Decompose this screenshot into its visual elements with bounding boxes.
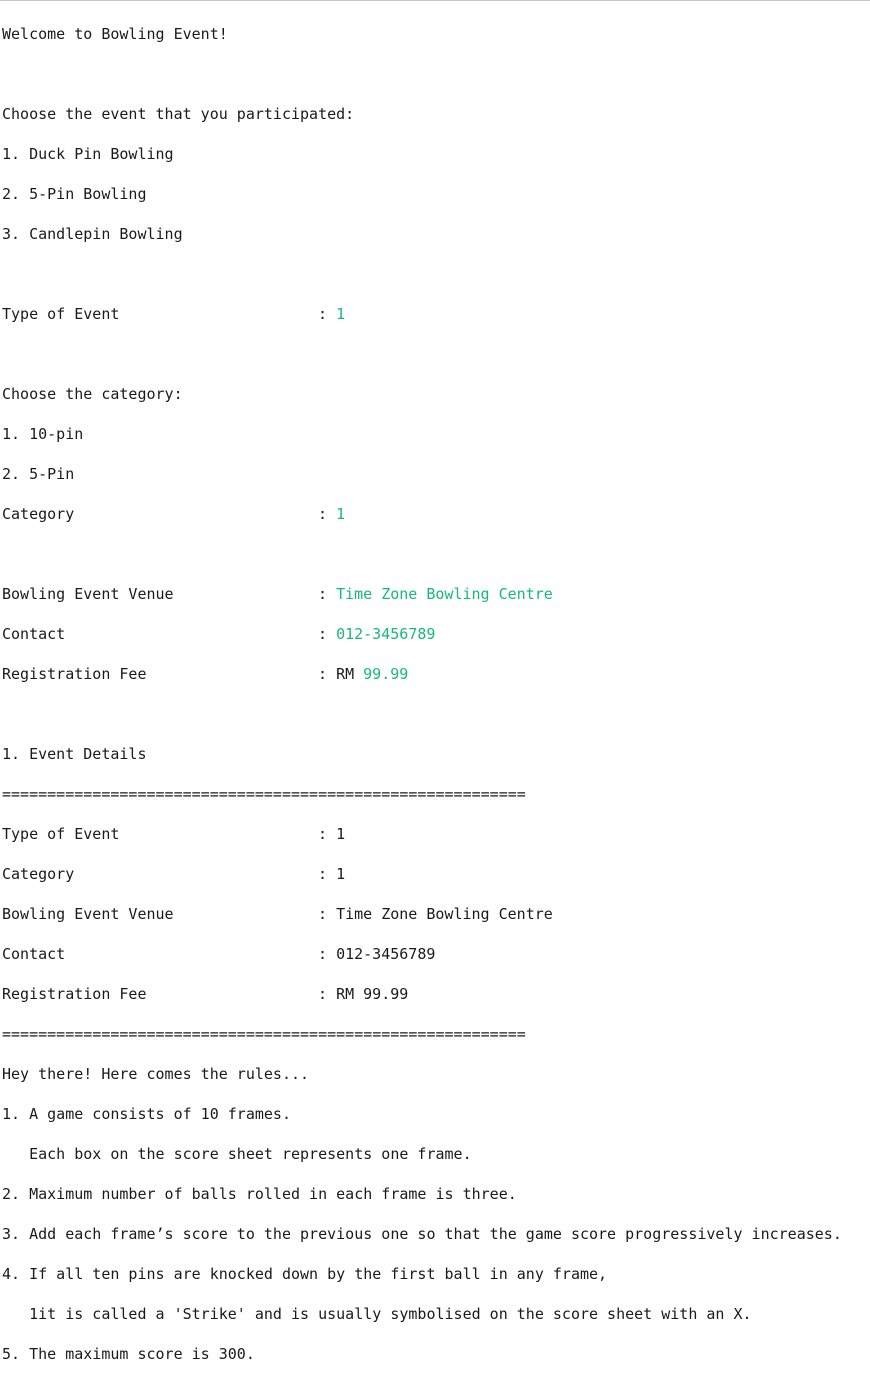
event-type-input-line: Type of Event: 1 — [2, 304, 870, 324]
event-option-1: 1. Duck Pin Bowling — [2, 145, 174, 163]
details-value: 1 — [336, 865, 346, 883]
colon: : — [318, 945, 337, 963]
colon: : — [318, 585, 337, 603]
event-prompt: Choose the event that you participated: — [2, 105, 355, 123]
details-row: Type of Event: 1 — [2, 824, 870, 844]
fee-value: 99.99 — [363, 665, 409, 683]
colon: : — [318, 825, 337, 843]
rule-line: 1it is called a 'Strike' and is usually … — [2, 1305, 752, 1323]
colon: : — [318, 505, 337, 523]
welcome-line: Welcome to Bowling Event! — [2, 25, 228, 43]
separator-line: ========================================… — [2, 1025, 526, 1043]
rule-line: 1. A game consists of 10 frames. — [2, 1105, 291, 1123]
details-row: Registration Fee: RM 99.99 — [2, 984, 870, 1004]
venue-line: Bowling Event Venue: Time Zone Bowling C… — [2, 584, 870, 604]
venue-value: Time Zone Bowling Centre — [336, 585, 553, 603]
event-option-3: 3. Candlepin Bowling — [2, 225, 183, 243]
colon: : — [318, 665, 337, 683]
fee-currency: RM — [336, 665, 355, 683]
category-prompt: Choose the category: — [2, 385, 183, 403]
colon: : — [318, 865, 337, 883]
details-label: Type of Event — [2, 825, 120, 843]
details-label: Bowling Event Venue — [2, 905, 174, 923]
rule-line: 4. If all ten pins are knocked down by t… — [2, 1265, 608, 1283]
fee-line: Registration Fee: RM 99.99 — [2, 664, 870, 684]
console-output: Welcome to Bowling Event! Choose the eve… — [0, 0, 870, 1363]
venue-label: Bowling Event Venue — [2, 585, 174, 603]
details-row: Category: 1 — [2, 864, 870, 884]
event-type-label: Type of Event — [2, 305, 120, 323]
rule-line: 2. Maximum number of balls rolled in eac… — [2, 1185, 517, 1203]
category-label: Category — [2, 505, 75, 523]
fee-label: Registration Fee — [2, 665, 147, 683]
details-label: Registration Fee — [2, 985, 147, 1003]
colon: : — [318, 305, 337, 323]
details-row: Contact: 012-3456789 — [2, 944, 870, 964]
event-type-input-value: 1 — [336, 305, 346, 323]
category-input-line: Category: 1 — [2, 504, 870, 524]
event-option-2: 2. 5-Pin Bowling — [2, 185, 147, 203]
details-value: 012-3456789 — [336, 945, 436, 963]
category-option-1: 1. 10-pin — [2, 425, 84, 443]
rules-intro: Hey there! Here comes the rules... — [2, 1065, 310, 1083]
separator-line: ========================================… — [2, 785, 526, 803]
contact-line: Contact: 012-3456789 — [2, 624, 870, 644]
details-label: Category — [2, 865, 75, 883]
contact-label: Contact — [2, 625, 66, 643]
details-value: Time Zone Bowling Centre — [336, 905, 553, 923]
rule-line: 3. Add each frame’s score to the previou… — [2, 1225, 842, 1243]
details-value: RM 99.99 — [336, 985, 409, 1003]
details-row: Bowling Event Venue: Time Zone Bowling C… — [2, 904, 870, 924]
details-heading: 1. Event Details — [2, 745, 147, 763]
details-value: 1 — [336, 825, 346, 843]
contact-value: 012-3456789 — [336, 625, 436, 643]
colon: : — [318, 905, 337, 923]
details-label: Contact — [2, 945, 66, 963]
rule-line: Each box on the score sheet represents o… — [2, 1145, 472, 1163]
colon: : — [318, 625, 337, 643]
category-option-2: 2. 5-Pin — [2, 465, 75, 483]
rule-line: 5. The maximum score is 300. — [2, 1345, 255, 1363]
colon: : — [318, 985, 337, 1003]
category-input-value: 1 — [336, 505, 346, 523]
